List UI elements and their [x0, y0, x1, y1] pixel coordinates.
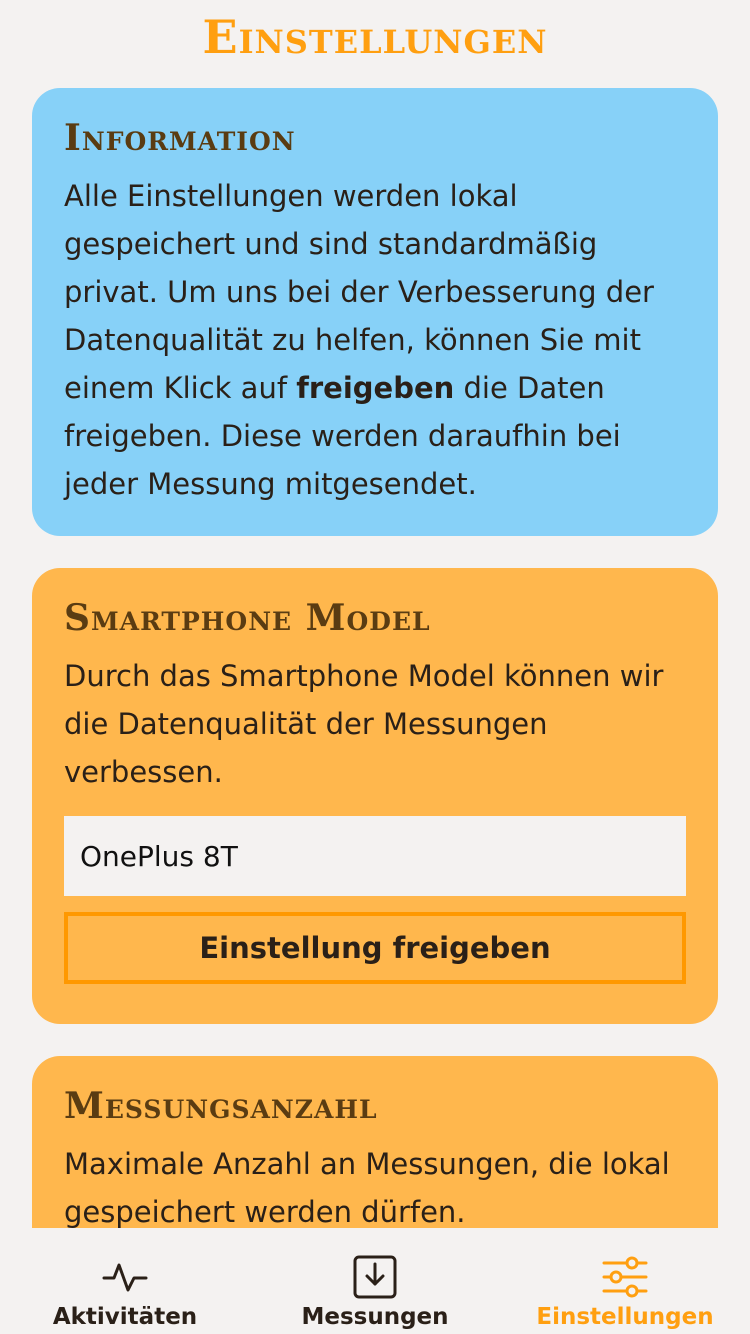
- info-text-bold: freigeben: [296, 371, 455, 405]
- smartphone-model-input[interactable]: [64, 816, 686, 896]
- share-setting-button[interactable]: Einstellung freigeben: [64, 912, 686, 984]
- page-title: Einstellungen: [202, 10, 548, 64]
- nav-label: Messungen: [301, 1304, 449, 1330]
- bottom-navigation: Aktivitäten Messungen Einstellungen: [0, 1228, 750, 1334]
- count-card-title: Messungsanzahl: [64, 1085, 378, 1127]
- activity-icon: [100, 1254, 150, 1300]
- nav-label: Aktivitäten: [52, 1304, 198, 1330]
- count-card-text: Maximale Anzahl an Messungen, die lokal …: [64, 1147, 670, 1228]
- model-card-title: Smartphone Model: [64, 597, 431, 639]
- settings-scroll-area[interactable]: Einstellungen Information Alle Einstellu…: [0, 0, 750, 1228]
- nav-item-messungen[interactable]: Messungen: [250, 1228, 500, 1334]
- info-card: Information Alle Einstellungen werden lo…: [32, 88, 718, 536]
- info-card-text: Alle Einstellungen werden lokal gespeich…: [64, 172, 686, 508]
- measurement-count-card: Messungsanzahl Maximale Anzahl an Messun…: [32, 1056, 718, 1228]
- info-card-title: Information: [64, 117, 296, 159]
- sliders-icon: [600, 1254, 650, 1300]
- nav-item-aktivitaeten[interactable]: Aktivitäten: [0, 1228, 250, 1334]
- nav-item-einstellungen[interactable]: Einstellungen: [500, 1228, 750, 1334]
- nav-label: Einstellungen: [536, 1304, 714, 1330]
- download-box-icon: [350, 1254, 400, 1300]
- smartphone-model-card: Smartphone Model Durch das Smartphone Mo…: [32, 568, 718, 1024]
- model-card-text: Durch das Smartphone Model können wir di…: [64, 659, 664, 789]
